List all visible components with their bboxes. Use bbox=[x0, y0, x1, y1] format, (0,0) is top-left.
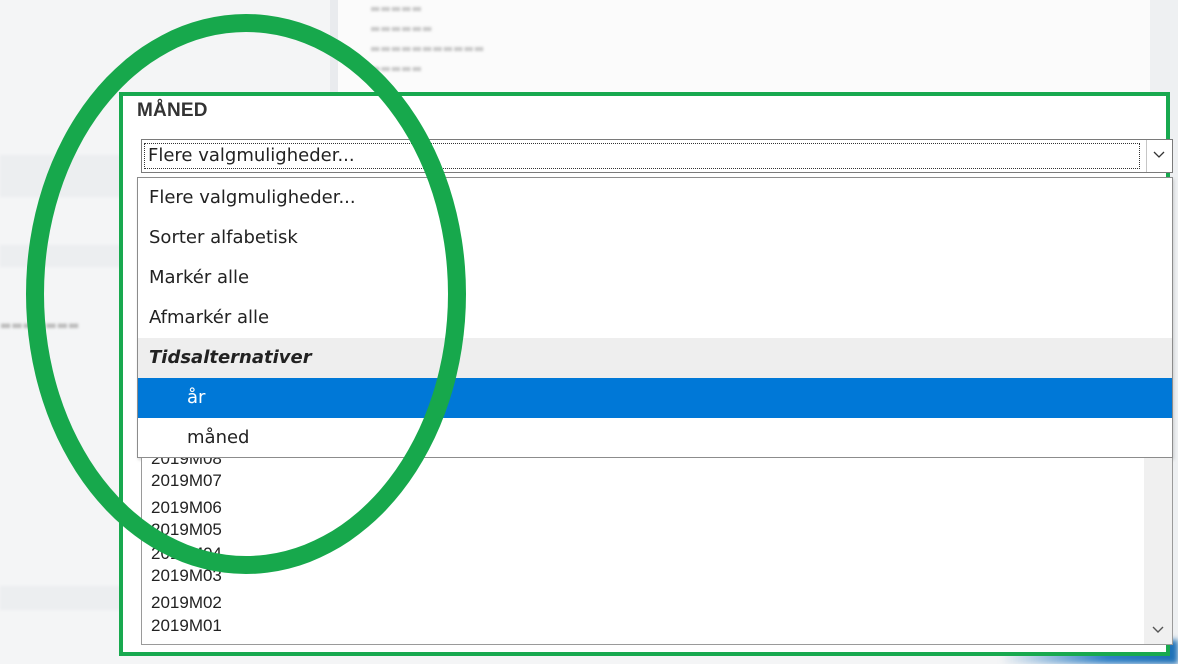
menu-group-header-time-options: Tidsalternativer bbox=[138, 338, 1172, 378]
chevron-down-icon bbox=[1153, 151, 1165, 158]
list-item[interactable]: 2019M02 bbox=[151, 593, 222, 613]
list-item[interactable]: 2019M06 bbox=[151, 498, 222, 518]
maaned-combobox[interactable]: Flere valgmuligheder... bbox=[141, 139, 1173, 173]
background-text: ▬▬▬▬▬▬▬▬▬▬▬ bbox=[370, 42, 485, 55]
menu-item-select-all[interactable]: Markér alle bbox=[138, 258, 1172, 298]
combobox-dropdown-list: Flere valgmuligheder... Sorter alfabetis… bbox=[137, 177, 1173, 458]
menu-item-deselect-all[interactable]: Afmarkér alle bbox=[138, 298, 1172, 338]
combobox-dropdown-button[interactable] bbox=[1146, 140, 1172, 172]
menu-item-sort-alphabetically[interactable]: Sorter alfabetisk bbox=[138, 218, 1172, 258]
menu-item-more-options[interactable]: Flere valgmuligheder... bbox=[138, 178, 1172, 218]
list-item[interactable]: 2019M07 bbox=[151, 471, 222, 491]
menu-item-month[interactable]: måned bbox=[138, 418, 1172, 458]
menu-item-year[interactable]: år bbox=[138, 378, 1172, 418]
field-title: MÅNED bbox=[137, 100, 208, 121]
background-band bbox=[0, 586, 130, 610]
list-item[interactable]: 2019M04 bbox=[151, 544, 222, 564]
background-text: ▬▬▬▬▬▬▬ bbox=[0, 318, 80, 332]
background-text: ▬▬▬▬▬▬ bbox=[370, 22, 433, 35]
list-item[interactable]: 2019M01 bbox=[151, 616, 222, 636]
background-band bbox=[0, 155, 130, 197]
vertical-scrollbar[interactable] bbox=[1144, 458, 1172, 644]
combobox-value: Flere valgmuligheder... bbox=[144, 143, 1140, 169]
background-text: ▬▬▬▬▬ bbox=[370, 62, 422, 75]
background-band bbox=[0, 245, 130, 267]
list-item[interactable]: 2019M08 bbox=[151, 458, 222, 469]
list-item[interactable]: 2019M05 bbox=[151, 520, 222, 540]
background-text: ▬▬▬▬▬ bbox=[370, 2, 422, 15]
list-item[interactable]: 2019M03 bbox=[151, 566, 222, 586]
value-listbox[interactable]: 2019M08 2019M07 2019M06 2019M05 2019M04 … bbox=[141, 458, 1173, 645]
chevron-down-icon[interactable] bbox=[1152, 626, 1164, 634]
